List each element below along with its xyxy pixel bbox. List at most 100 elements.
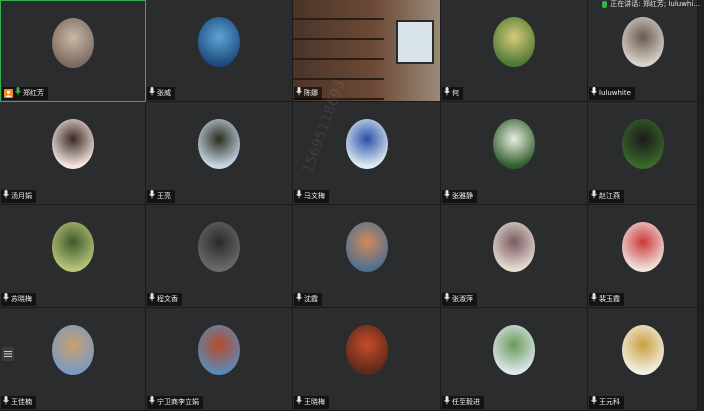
microphone-icon	[444, 292, 450, 307]
avatar	[51, 119, 94, 169]
microphone-icon	[149, 86, 155, 101]
nameplate: 程文香	[147, 292, 182, 307]
microphone-icon	[296, 292, 302, 307]
participant-name: 王晓梅	[304, 398, 325, 406]
nameplate: 王亮	[147, 189, 175, 204]
microphone-icon	[3, 292, 9, 307]
avatar	[493, 325, 535, 375]
avatar	[198, 325, 240, 375]
avatar	[621, 119, 664, 169]
avatar	[345, 325, 388, 375]
participant-name: 张雅静	[452, 192, 473, 200]
participant-tile[interactable]: luluwhite	[588, 0, 698, 102]
participant-name: 王亮	[157, 192, 171, 200]
nameplate: 张淑萍	[442, 292, 477, 307]
nameplate: 王元科	[589, 395, 624, 410]
participant-name: 任至毅进	[452, 398, 480, 406]
avatar	[493, 17, 535, 67]
avatar	[198, 119, 240, 169]
avatar	[51, 222, 94, 272]
avatar	[198, 222, 240, 272]
microphone-icon	[591, 395, 597, 410]
microphone-icon	[591, 86, 597, 101]
participant-tile[interactable]: 裴玉霞	[588, 205, 698, 308]
list-icon	[4, 351, 12, 357]
nameplate: 何	[442, 86, 463, 101]
microphone-icon	[444, 189, 450, 204]
side-menu-button[interactable]	[2, 347, 14, 361]
participant-tile[interactable]: 宁卫商李立娟	[146, 308, 293, 411]
participant-tile[interactable]: 张威	[146, 0, 293, 102]
microphone-icon	[149, 292, 155, 307]
participant-tile[interactable]: 张雅静	[441, 102, 588, 205]
participant-tile[interactable]: 郑红芳	[0, 0, 146, 102]
participant-tile[interactable]: 王亮	[146, 102, 293, 205]
microphone-icon	[444, 86, 450, 101]
microphone-icon	[15, 86, 21, 101]
nameplate: 郑红芳	[2, 86, 48, 101]
participant-name: 宁卫商李立娟	[157, 398, 199, 406]
participant-tile[interactable]: 王晓梅	[293, 308, 441, 411]
participant-name: 汤月娟	[11, 192, 32, 200]
avatar	[345, 222, 388, 272]
nameplate: 沈霞	[294, 292, 322, 307]
nameplate: 任至毅进	[442, 395, 484, 410]
participant-name: 何	[452, 89, 459, 97]
microphone-icon	[296, 395, 302, 410]
participant-grid: 郑红芳 张威 陈娜 何 luluwhite 汤月娟 王亮 马文梅 张雅静 赵江燕苏晓梅 程文香 沈霞 张…	[0, 0, 704, 411]
participant-name: 裴玉霞	[599, 295, 620, 303]
participant-name: 王元科	[599, 398, 620, 406]
avatar	[52, 18, 94, 68]
speaking-indicator: 正在讲话: 郑红芳; luluwhi...	[602, 0, 700, 8]
avatar	[621, 17, 664, 67]
avatar	[493, 119, 535, 169]
nameplate: luluwhite	[589, 86, 635, 101]
participant-tile[interactable]: 王元科	[588, 308, 698, 411]
participant-tile[interactable]: 汤月娟	[0, 102, 146, 205]
participant-name: 张淑萍	[452, 295, 473, 303]
video-feed	[293, 0, 440, 101]
participant-tile[interactable]: 赵江燕	[588, 102, 698, 205]
microphone-icon	[149, 395, 155, 410]
avatar	[493, 222, 535, 272]
participant-name: 郑红芳	[23, 89, 44, 97]
participant-tile[interactable]: 陈娜	[293, 0, 441, 102]
nameplate: 王佳楠	[1, 395, 36, 410]
microphone-icon	[591, 189, 597, 204]
microphone-icon	[591, 292, 597, 307]
participant-name: 张威	[157, 89, 171, 97]
microphone-icon	[3, 395, 9, 410]
participant-tile[interactable]: 何	[441, 0, 588, 102]
microphone-icon	[149, 189, 155, 204]
avatar	[51, 325, 94, 375]
participant-name: 沈霞	[304, 295, 318, 303]
participant-tile[interactable]: 苏晓梅	[0, 205, 146, 308]
microphone-icon	[3, 189, 9, 204]
participant-name: 马文梅	[304, 192, 325, 200]
participant-name: 王佳楠	[11, 398, 32, 406]
nameplate: 汤月娟	[1, 189, 36, 204]
nameplate: 赵江燕	[589, 189, 624, 204]
participant-name: 陈娜	[304, 89, 318, 97]
nameplate: 张雅静	[442, 189, 477, 204]
participant-tile[interactable]: 沈霞	[293, 205, 441, 308]
avatar	[345, 119, 388, 169]
microphone-icon	[444, 395, 450, 410]
avatar	[198, 17, 240, 67]
nameplate: 宁卫商李立娟	[147, 395, 203, 410]
participant-tile[interactable]: 任至毅进	[441, 308, 588, 411]
participant-name: luluwhite	[599, 89, 631, 97]
mic-icon	[602, 0, 608, 8]
microphone-icon	[296, 86, 302, 101]
host-icon	[4, 89, 13, 98]
participant-tile[interactable]: 王佳楠	[0, 308, 146, 411]
avatar	[621, 222, 664, 272]
participant-name: 赵江燕	[599, 192, 620, 200]
nameplate: 马文梅	[294, 189, 329, 204]
participant-tile[interactable]: 程文香	[146, 205, 293, 308]
nameplate: 陈娜	[294, 86, 322, 101]
nameplate: 裴玉霞	[589, 292, 624, 307]
microphone-icon	[296, 189, 302, 204]
participant-tile[interactable]: 张淑萍	[441, 205, 588, 308]
nameplate: 苏晓梅	[1, 292, 36, 307]
